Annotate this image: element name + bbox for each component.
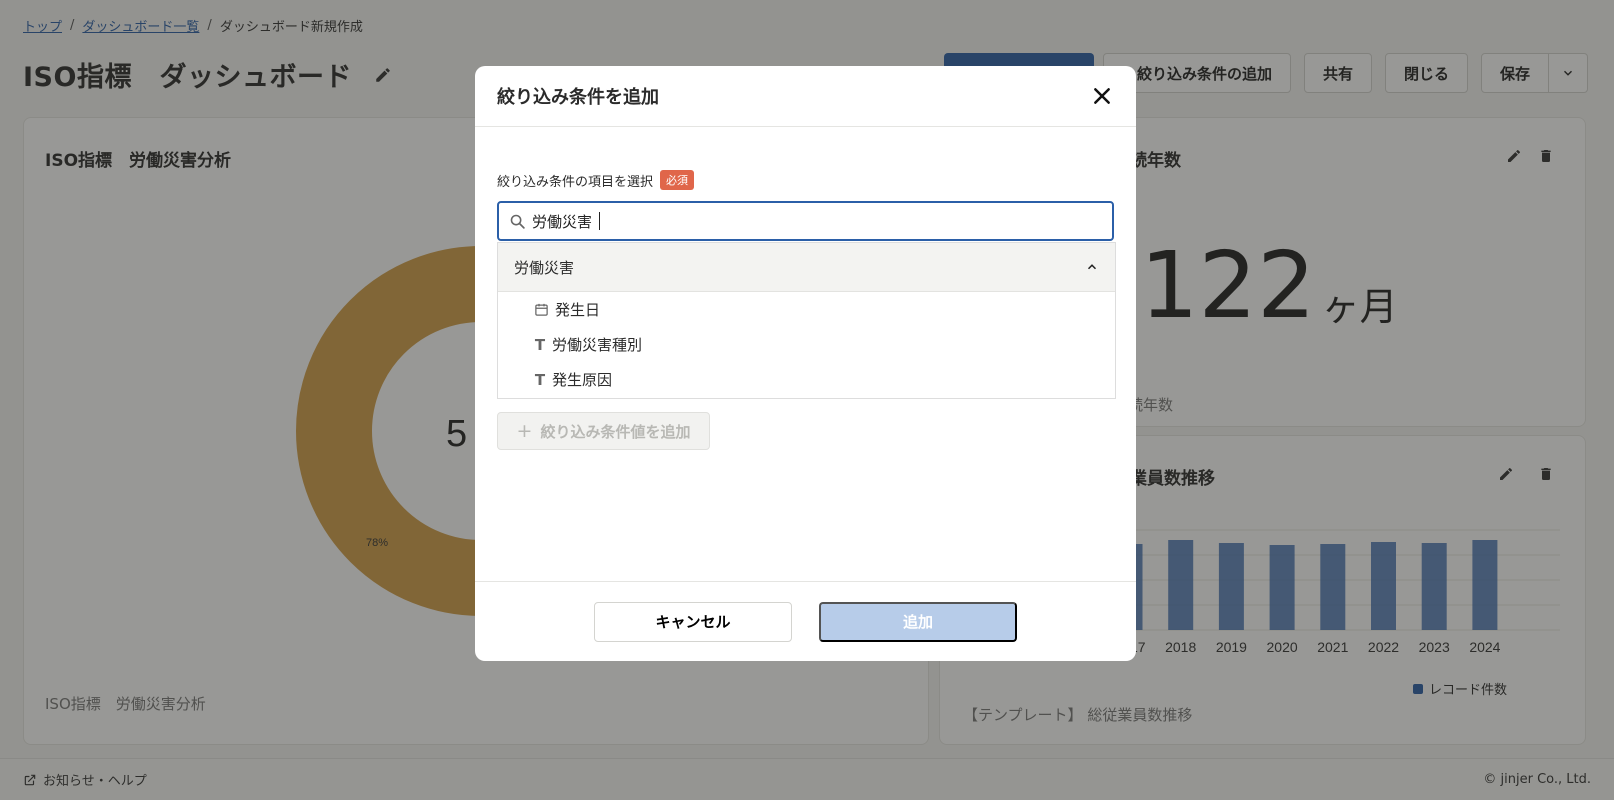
dropdown-item-label: 発生原因 bbox=[552, 371, 613, 389]
close-icon bbox=[1094, 88, 1110, 104]
field-label-row: 絞り込み条件の項目を選択 必須 bbox=[497, 170, 695, 190]
dropdown-item-occurrence-date[interactable]: 発生日 bbox=[498, 292, 1115, 327]
modal-header: 絞り込み条件を追加 bbox=[475, 66, 1136, 127]
modal-title: 絞り込み条件を追加 bbox=[497, 87, 659, 108]
plus-icon: + bbox=[516, 420, 533, 442]
modal-footer: キャンセル 追加 bbox=[475, 581, 1136, 661]
dropdown-item-label: 発生日 bbox=[555, 301, 601, 319]
add-filter-modal: 絞り込み条件を追加 絞り込み条件の項目を選択 必須 労働災害 労働災害 発生日 … bbox=[475, 66, 1136, 661]
close-modal-button[interactable] bbox=[1090, 84, 1114, 108]
dropdown-group-header[interactable]: 労働災害 bbox=[498, 243, 1115, 292]
search-icon bbox=[510, 214, 525, 229]
filter-field-search-input[interactable]: 労働災害 bbox=[497, 201, 1114, 241]
dropdown-item-cause[interactable]: T 発生原因 bbox=[498, 362, 1115, 397]
add-button[interactable]: 追加 bbox=[819, 601, 1017, 642]
text-type-icon: T bbox=[534, 370, 546, 389]
text-type-icon: T bbox=[534, 335, 546, 354]
field-label: 絞り込み条件の項目を選択 bbox=[497, 174, 654, 190]
dropdown-item-accident-type[interactable]: T 労働災害種別 bbox=[498, 327, 1115, 362]
add-filter-value-button[interactable]: + 絞り込み条件値を追加 bbox=[497, 412, 710, 450]
text-caret bbox=[599, 212, 601, 230]
field-dropdown: 労働災害 発生日 T 労働災害種別 T 発生原因 bbox=[497, 242, 1116, 399]
cancel-button[interactable]: キャンセル bbox=[594, 601, 792, 642]
dropdown-group-label: 労働災害 bbox=[514, 258, 575, 277]
search-input-value: 労働災害 bbox=[532, 212, 593, 231]
required-badge: 必須 bbox=[660, 170, 695, 190]
calendar-icon bbox=[535, 303, 548, 316]
dropdown-item-label: 労働災害種別 bbox=[552, 336, 643, 354]
add-filter-value-label: 絞り込み条件値を追加 bbox=[540, 422, 691, 441]
chevron-up-icon bbox=[1087, 264, 1097, 270]
